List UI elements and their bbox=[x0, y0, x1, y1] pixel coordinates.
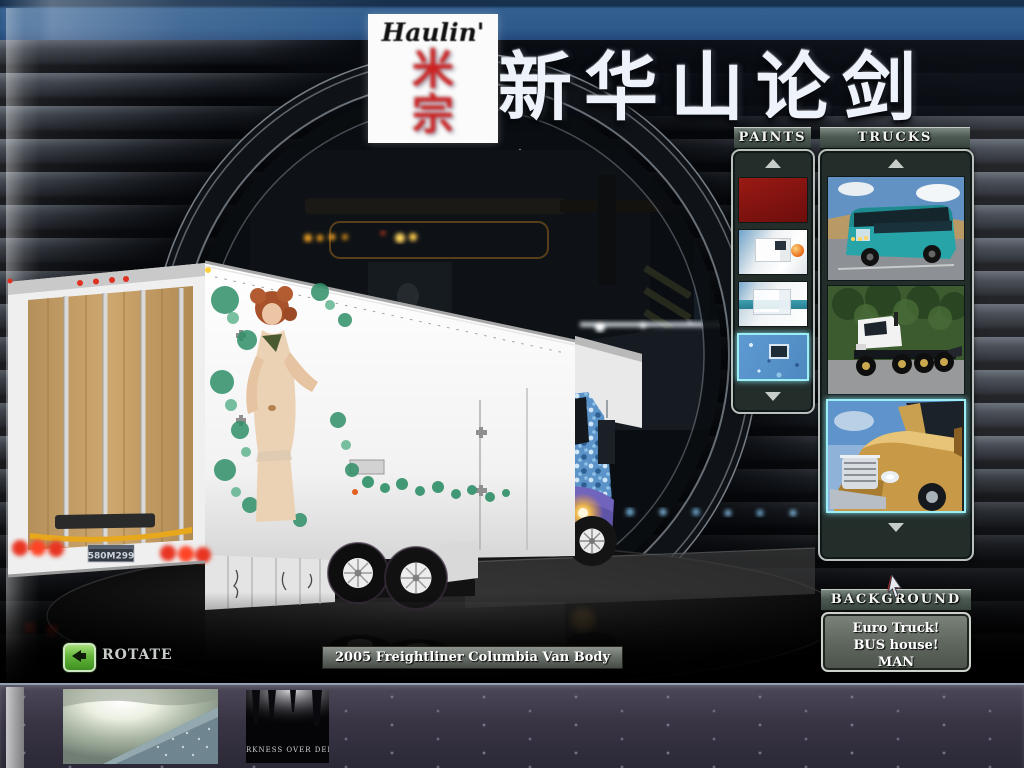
rotate-button[interactable] bbox=[63, 643, 96, 672]
trucks-scroll-down-icon[interactable] bbox=[888, 523, 904, 532]
trucks-panel bbox=[818, 149, 974, 561]
info-line-2: BUS house! bbox=[823, 637, 969, 654]
darkness-thumb-title: RKNESS OVER DEP bbox=[246, 746, 329, 754]
rotate-arrow-icon bbox=[72, 650, 81, 662]
truck-name-bar: 2005 Freightliner Columbia Van Body bbox=[322, 646, 623, 669]
paint-item-white[interactable] bbox=[738, 229, 808, 275]
haulin-logo-text: Haulin' bbox=[368, 18, 498, 47]
trucks-scroll-up-icon[interactable] bbox=[888, 159, 904, 168]
paints-scroll-down-icon[interactable] bbox=[765, 392, 781, 401]
logo-chinese-char-2: 宗 bbox=[368, 92, 498, 137]
svg-text:580M299: 580M299 bbox=[88, 552, 135, 562]
paint-item-red[interactable] bbox=[738, 177, 808, 223]
truck-customization-screen: 580M299 bbox=[0, 0, 1024, 768]
paint-logo-dot bbox=[791, 244, 804, 257]
truck-item-chassis[interactable] bbox=[827, 285, 965, 395]
background-info-box: Euro Truck! BUS house! MAN bbox=[821, 612, 971, 672]
truck-item-freightliner-selected[interactable] bbox=[826, 399, 966, 513]
trailer-rear: 580M299 bbox=[8, 263, 212, 576]
paint-item-blue-camo-selected[interactable] bbox=[737, 333, 809, 381]
info-line-1: Euro Truck! bbox=[823, 620, 969, 637]
paints-scroll-up-icon[interactable] bbox=[765, 159, 781, 168]
banner-title: 新华山论剑 bbox=[498, 28, 1018, 112]
paints-header: PAINTS bbox=[734, 127, 811, 149]
paint-item-teal-stripe[interactable] bbox=[738, 281, 808, 327]
mouse-cursor bbox=[884, 575, 906, 601]
trucks-header: TRUCKS bbox=[820, 127, 970, 149]
logo-chinese-char-1: 米 bbox=[368, 47, 498, 92]
rotate-label: ROTATE bbox=[102, 647, 173, 663]
background-thumb-building[interactable] bbox=[63, 689, 218, 764]
bottom-thumbnail-strip: RKNESS OVER DEP bbox=[0, 683, 1024, 768]
strip-left-bar bbox=[6, 687, 24, 768]
info-line-3: MAN bbox=[823, 654, 969, 671]
license-plate: 580M299 bbox=[88, 545, 135, 562]
background-thumb-darkness[interactable]: RKNESS OVER DEP bbox=[246, 690, 329, 763]
haulin-logo: Haulin' 米 宗 bbox=[368, 14, 498, 143]
paints-panel bbox=[731, 149, 815, 414]
truck-item-bus[interactable] bbox=[827, 176, 965, 281]
